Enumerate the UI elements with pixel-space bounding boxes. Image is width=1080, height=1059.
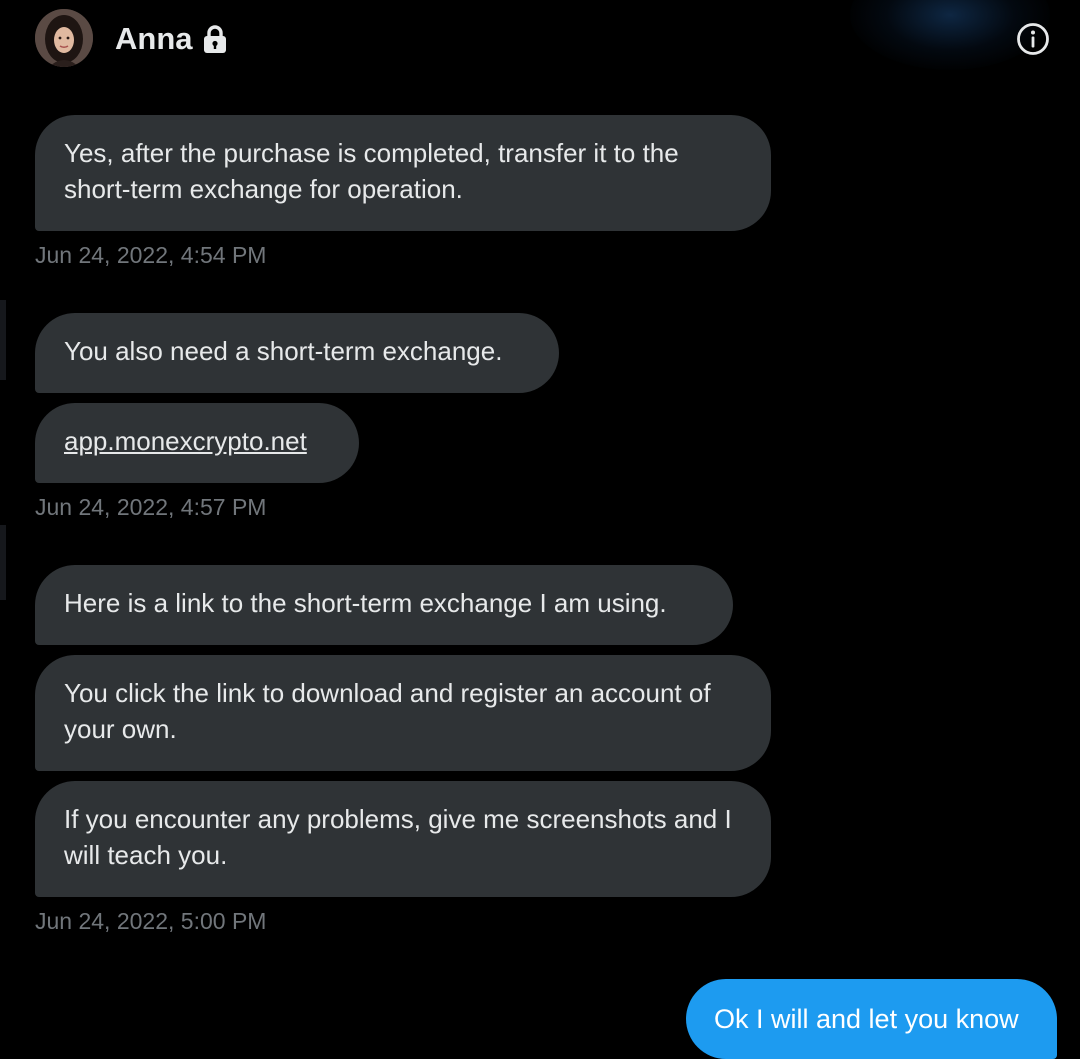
message-bubble-incoming[interactable]: Yes, after the purchase is completed, tr… xyxy=(35,115,771,231)
message-timestamp: Jun 24, 2022, 5:00 PM xyxy=(35,908,267,934)
message-bubble-link[interactable]: app.monexcrypto.net xyxy=(35,403,359,483)
message-timestamp: Jun 24, 2022, 4:54 PM xyxy=(35,242,267,268)
contact-name[interactable]: Anna xyxy=(115,20,193,58)
message-bubble-incoming[interactable]: Here is a link to the short-term exchang… xyxy=(35,565,733,645)
message-bubble-incoming[interactable]: If you encounter any problems, give me s… xyxy=(35,781,771,897)
message-link[interactable]: app.monexcrypto.net xyxy=(64,426,307,456)
info-icon[interactable] xyxy=(1016,22,1050,56)
avatar[interactable] xyxy=(35,9,93,67)
avatar-image xyxy=(35,9,93,67)
left-divider xyxy=(0,300,6,380)
lock-icon xyxy=(204,25,226,53)
message-bubble-outgoing[interactable]: Ok I will and let you know xyxy=(686,979,1057,1059)
message-bubble-incoming[interactable]: You also need a short-term exchange. xyxy=(35,313,559,393)
conversation-header: Anna xyxy=(0,0,1080,80)
message-bubble-incoming[interactable]: You click the link to download and regis… xyxy=(35,655,771,771)
message-timestamp: Jun 24, 2022, 4:57 PM xyxy=(35,494,267,520)
left-divider xyxy=(0,525,6,600)
